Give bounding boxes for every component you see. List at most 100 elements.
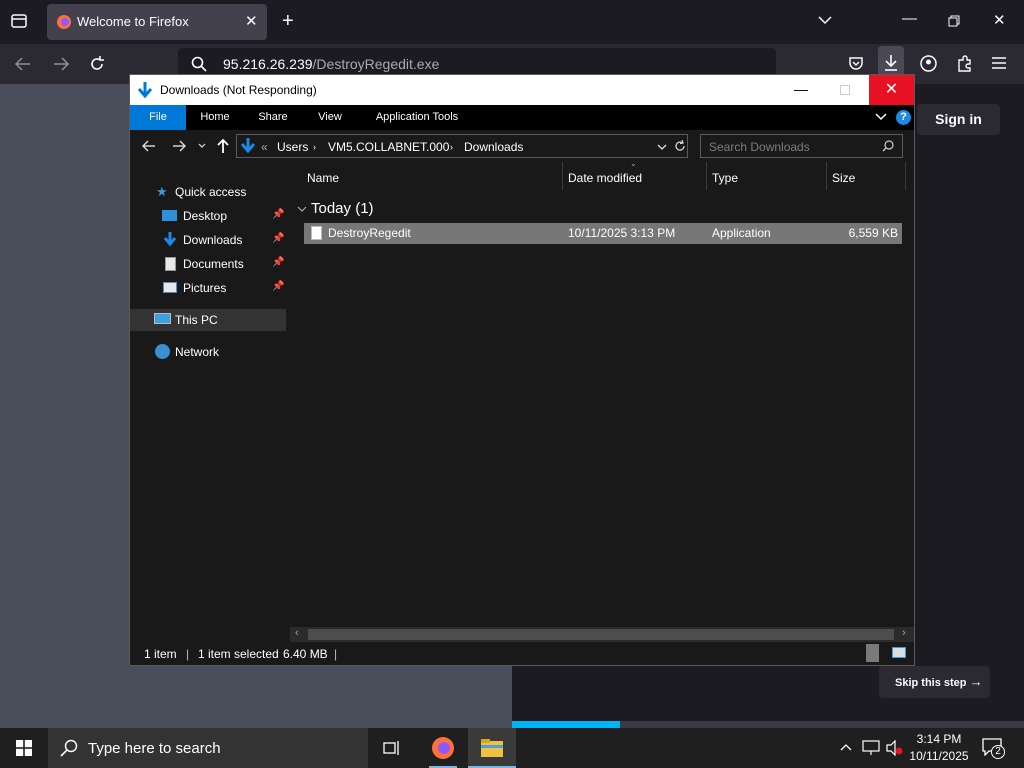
- url-host: 95.216.26.239: [223, 56, 313, 72]
- account-icon[interactable]: [920, 55, 937, 72]
- address-dropdown-icon[interactable]: [657, 144, 667, 150]
- column-date-modified[interactable]: Date modified: [568, 171, 642, 185]
- column-divider[interactable]: [826, 162, 827, 190]
- group-header-today[interactable]: Today (1): [311, 200, 374, 217]
- nav-downloads[interactable]: Downloads 📌: [130, 229, 286, 251]
- help-icon[interactable]: ?: [896, 110, 911, 125]
- skip-step-button[interactable]: Skip this step →: [879, 666, 990, 698]
- status-size: 6.40 MB: [283, 647, 328, 661]
- url-path: /DestroyRegedit.exe: [312, 56, 440, 72]
- windows-start-icon[interactable]: [16, 740, 32, 756]
- search-downloads-input[interactable]: Search Downloads: [700, 134, 903, 158]
- breadcrumb-users[interactable]: Users: [277, 140, 308, 154]
- nav-label: Desktop: [183, 209, 228, 223]
- horizontal-scrollbar[interactable]: ‹ ›: [290, 627, 914, 642]
- ribbon-tab-file[interactable]: File: [130, 105, 186, 130]
- breadcrumb-user-folder[interactable]: VM5.COLLABNET.000: [328, 140, 449, 154]
- show-hidden-icons-icon[interactable]: [840, 743, 852, 751]
- nav-label: This PC: [175, 313, 218, 327]
- search-placeholder: Search Downloads: [709, 140, 810, 154]
- column-divider[interactable]: [562, 162, 563, 190]
- network-icon: [155, 344, 170, 359]
- column-size[interactable]: Size: [832, 171, 855, 185]
- column-divider[interactable]: [706, 162, 707, 190]
- column-type[interactable]: Type: [712, 171, 738, 185]
- ribbon-tab-home[interactable]: Home: [190, 105, 240, 130]
- firefox-taskbar-icon[interactable]: [421, 728, 465, 768]
- pin-icon: 📌: [272, 257, 285, 268]
- tab-list-icon[interactable]: [10, 12, 28, 30]
- nav-label: Pictures: [183, 281, 227, 295]
- tab-strip: Welcome to Firefox ✕ + — ✕: [0, 0, 1024, 44]
- column-headers: Name ⌄ Date modified Type Size: [290, 159, 914, 190]
- notification-count-badge: 2: [991, 745, 1005, 759]
- breadcrumb-downloads[interactable]: Downloads: [464, 140, 523, 154]
- clock-date: 10/11/2025: [909, 749, 969, 763]
- file-size: 6,559 KB: [848, 226, 898, 240]
- forward-icon[interactable]: [52, 56, 70, 72]
- explorer-close-button[interactable]: ✕: [869, 75, 914, 105]
- file-name: DestroyRegedit: [328, 226, 411, 240]
- status-bar: 1 item | 1 item selected 6.40 MB |: [130, 642, 914, 665]
- task-view-icon[interactable]: [383, 740, 401, 756]
- close-window-icon[interactable]: ✕: [993, 11, 1006, 29]
- download-arrow-icon: [138, 82, 152, 98]
- back-icon[interactable]: [14, 56, 32, 72]
- menu-icon[interactable]: [992, 57, 1006, 69]
- file-icon: [311, 226, 322, 240]
- ribbon-expand-icon[interactable]: [875, 113, 887, 121]
- details-view-icon[interactable]: [866, 644, 879, 662]
- forward-arrow-icon[interactable]: [172, 139, 186, 153]
- explorer-title: Downloads (Not Responding): [160, 83, 317, 97]
- address-bar[interactable]: « Users › VM5.COLLABNET.000 › Downloads: [236, 134, 688, 158]
- group-collapse-icon[interactable]: [297, 206, 307, 213]
- volume-muted-icon[interactable]: [886, 740, 904, 756]
- nav-pictures[interactable]: Pictures 📌: [130, 277, 286, 299]
- navigation-pane: ★ Quick access Desktop 📌 Downloads 📌 Doc…: [130, 162, 290, 642]
- pin-icon: 📌: [272, 209, 285, 220]
- new-tab-icon[interactable]: +: [282, 10, 294, 33]
- document-icon: [165, 257, 176, 271]
- ribbon-tab-share[interactable]: Share: [248, 105, 298, 130]
- breadcrumb-separator-icon[interactable]: ›: [313, 142, 316, 152]
- recent-locations-icon[interactable]: [198, 143, 206, 149]
- nav-documents[interactable]: Documents 📌: [130, 253, 286, 275]
- restore-icon[interactable]: [948, 15, 960, 27]
- back-arrow-icon[interactable]: [142, 139, 156, 153]
- tab-welcome[interactable]: Welcome to Firefox ✕: [47, 4, 267, 40]
- sign-in-button[interactable]: Sign in: [917, 104, 1000, 135]
- nav-quick-access[interactable]: ★ Quick access: [130, 181, 286, 203]
- breadcrumb-separator-icon[interactable]: ›: [450, 142, 453, 152]
- reload-icon[interactable]: [88, 55, 106, 73]
- explorer-maximize-icon[interactable]: [840, 85, 850, 95]
- system-clock[interactable]: 3:14 PM 10/11/2025: [904, 731, 974, 765]
- scroll-thumb[interactable]: [308, 629, 894, 640]
- minimize-icon[interactable]: —: [902, 10, 917, 27]
- scroll-left-icon[interactable]: ‹: [295, 627, 299, 639]
- explorer-minimize-icon[interactable]: —: [794, 81, 808, 97]
- ribbon-tab-view[interactable]: View: [306, 105, 354, 130]
- column-divider[interactable]: [905, 162, 906, 190]
- network-status-icon[interactable]: [862, 740, 880, 756]
- extensions-icon[interactable]: [956, 55, 973, 72]
- list-all-tabs-icon[interactable]: [818, 15, 832, 25]
- ribbon-tab-application-tools[interactable]: Application Tools: [362, 105, 472, 130]
- close-tab-icon[interactable]: ✕: [245, 12, 258, 30]
- taskbar-search[interactable]: Type here to search: [48, 728, 368, 768]
- nav-desktop[interactable]: Desktop 📌: [130, 205, 286, 227]
- nav-this-pc[interactable]: This PC: [130, 309, 286, 331]
- ribbon-tabs: File Home Share View Application Tools ?: [130, 105, 914, 130]
- status-divider: |: [334, 647, 338, 661]
- file-explorer-taskbar-icon[interactable]: [468, 728, 516, 768]
- large-icons-view-icon[interactable]: [892, 647, 906, 658]
- explorer-titlebar[interactable]: Downloads (Not Responding) — ✕: [130, 75, 914, 105]
- pocket-icon[interactable]: [848, 55, 864, 71]
- scroll-right-icon[interactable]: ›: [902, 627, 906, 639]
- file-row[interactable]: DestroyRegedit 10/11/2025 3:13 PM Applic…: [304, 223, 902, 244]
- up-arrow-icon[interactable]: [216, 138, 230, 154]
- refresh-icon[interactable]: [674, 140, 686, 152]
- breadcrumb-overflow[interactable]: «: [261, 140, 268, 154]
- column-name[interactable]: Name: [307, 171, 339, 185]
- nav-network[interactable]: Network: [130, 341, 286, 363]
- notification-center-icon[interactable]: 2: [982, 738, 1005, 759]
